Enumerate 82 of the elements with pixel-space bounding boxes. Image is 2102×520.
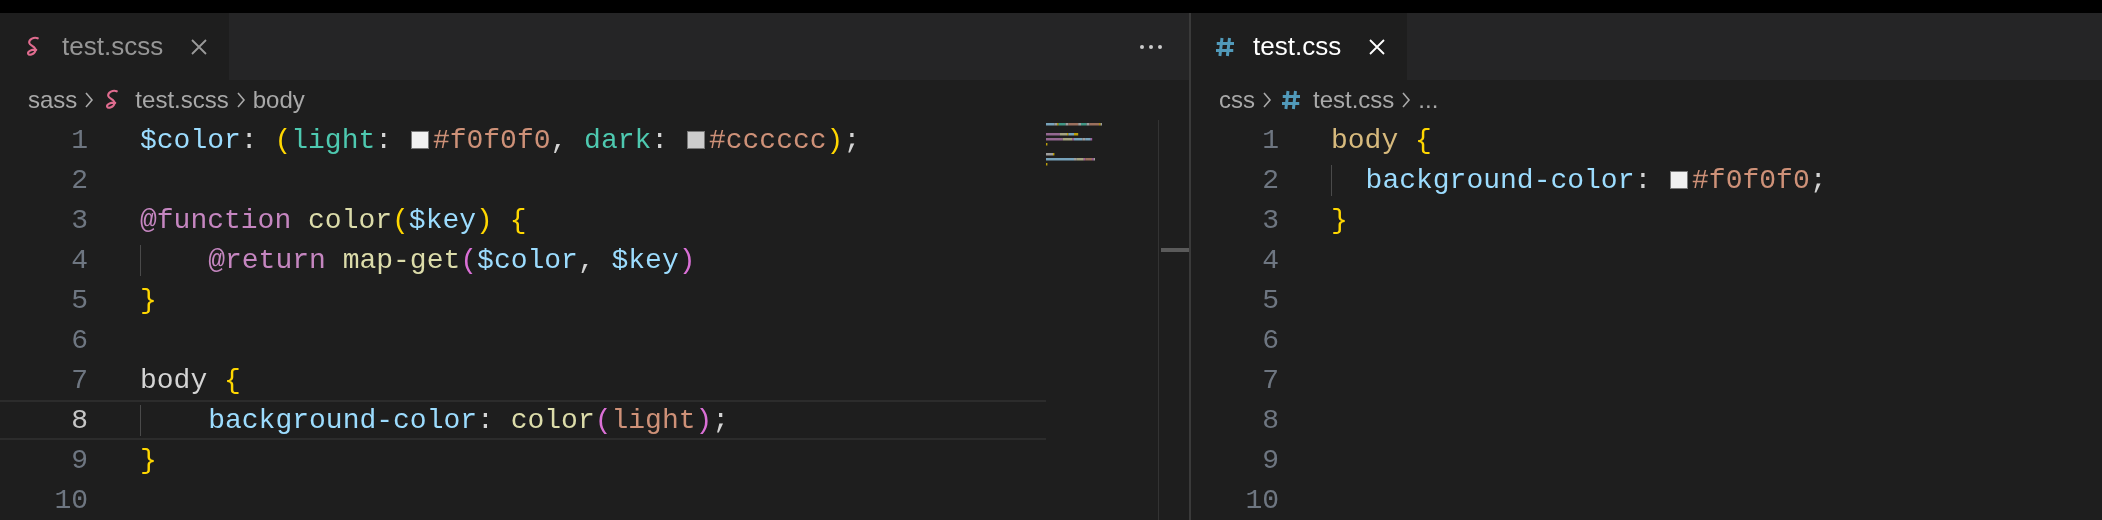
code-token: light [291,124,376,156]
code-token: ; [843,124,861,156]
line-number: 7 [1261,364,1279,396]
code-token: @function [140,204,293,236]
code-token: #cccccc [708,124,827,156]
code-token: ) [695,404,713,436]
code-token: : [477,404,495,436]
line-number: 7 [70,364,88,396]
code-token: $color [140,124,241,156]
code-token: color [510,404,595,436]
code-token: ( [460,244,478,276]
chevron-icon [234,90,247,110]
code-token: color [308,204,393,236]
line-number: 4 [1261,244,1279,276]
code-token: : [1634,164,1653,196]
code-token: ( [392,204,409,236]
breadcrumb-item[interactable]: body [252,86,305,114]
code-token: body [1331,124,1400,156]
code-token: ( [274,124,292,156]
line-number: 5 [70,284,88,316]
code-token: #f0f0f0 [1692,164,1810,196]
code-token: ) [678,244,696,276]
code-token: } [140,444,157,476]
line-number: 8 [70,404,88,436]
color-swatch-icon[interactable] [1670,171,1689,189]
code-token: ; [1809,164,1827,196]
breadcrumb-item[interactable]: test.css [1313,86,1395,114]
color-swatch-icon[interactable] [410,131,429,149]
code-token: ( [594,404,612,436]
code-token: } [1331,204,1348,236]
line-number: 2 [70,164,88,196]
hash-icon [1279,88,1303,112]
more-icon[interactable] [1139,43,1163,50]
chevron-icon [1261,90,1273,110]
code-token: @return [140,244,343,276]
line-number: 5 [1261,284,1279,316]
code-token: ) [826,124,844,156]
code-token: { [1415,124,1432,156]
editor-tab[interactable]: test.css [1191,13,1408,80]
breadcrumb-item[interactable]: sass [28,86,78,114]
code-token: background-color [1331,164,1635,196]
code-token: { [224,364,241,396]
code-token: , [577,244,596,276]
code-token: $color [477,244,578,276]
line-number: 1 [70,124,88,156]
chevron-icon [83,90,96,110]
breadcrumb-item[interactable]: css [1219,86,1255,114]
code-token: dark [584,124,652,156]
breadcrumb-item[interactable]: test.scss [135,86,229,114]
code-token: ) { [476,204,527,236]
line-number: 9 [70,444,88,476]
editor-tab[interactable]: test.scss [0,13,230,80]
code-token: body [140,364,209,396]
line-number: 6 [1261,324,1279,356]
code-token: background-color [140,404,478,436]
color-swatch-icon[interactable] [686,131,705,149]
code-token: #f0f0f0 [432,124,551,156]
line-number: 9 [1261,444,1279,476]
chevron-icon [1400,90,1413,110]
scrollbar-thumb[interactable] [1161,248,1189,252]
line-number: 10 [1244,484,1279,516]
line-number: 3 [1261,204,1279,236]
line-number: 8 [1261,404,1279,436]
code-token: $key [408,204,477,236]
code-token: : [651,124,670,156]
line-number: 3 [70,204,88,236]
close-icon[interactable] [189,36,210,57]
code-token: map-get [342,244,461,276]
code-token: : [375,124,394,156]
code-token: } [140,284,157,316]
code-token: ; [712,404,730,436]
code-token: , [550,124,569,156]
breadcrumb-item[interactable]: ... [1418,86,1439,114]
code-token: : [240,124,259,156]
line-number: 6 [70,324,88,356]
line-number: 2 [1261,164,1279,196]
close-icon[interactable] [1367,36,1388,57]
line-number: 1 [1261,124,1279,156]
code-token: $key [611,244,679,276]
code-token: light [611,404,696,436]
line-number: 4 [70,244,88,276]
line-number: 10 [53,484,88,516]
